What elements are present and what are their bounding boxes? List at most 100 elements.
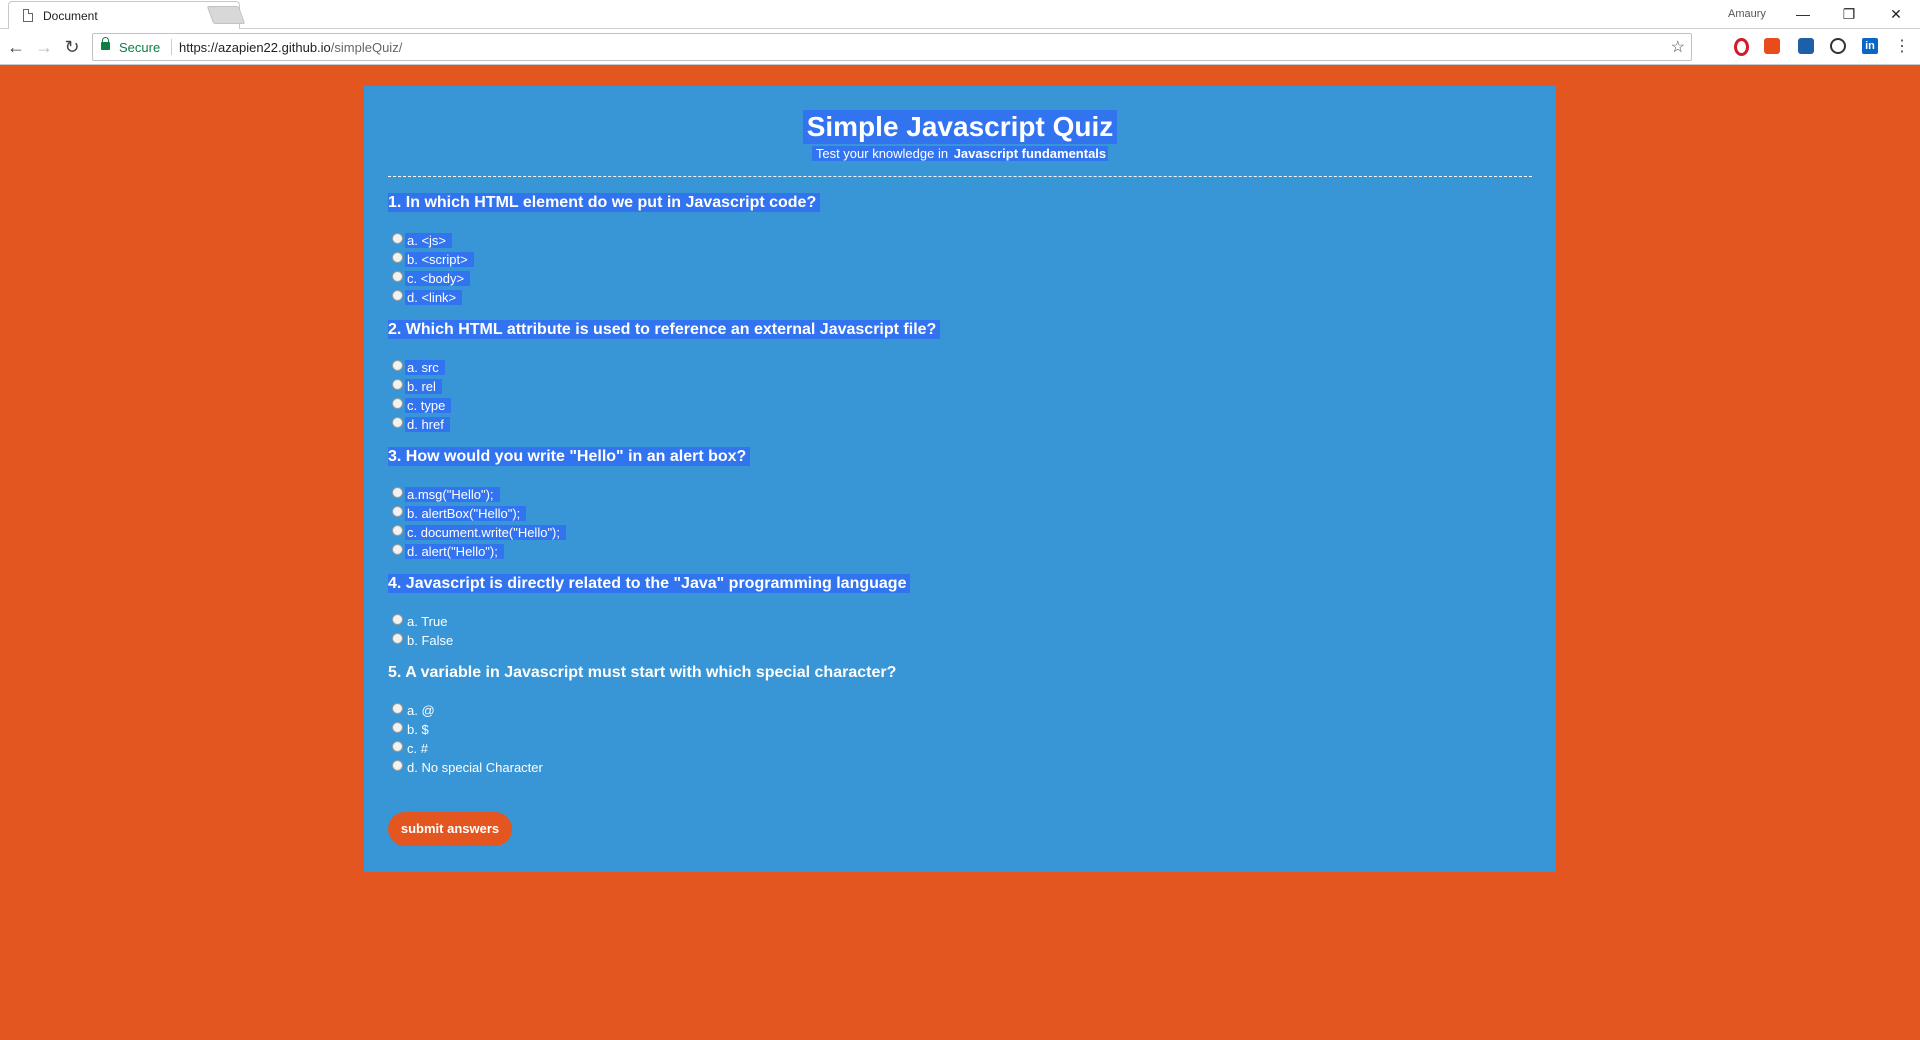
answer-option[interactable]: d. <link>: [388, 288, 1532, 307]
radio-button[interactable]: [392, 271, 403, 282]
answer-option[interactable]: a. True: [388, 612, 1532, 631]
profile-name[interactable]: Amaury: [1728, 8, 1766, 20]
radio-button[interactable]: [392, 722, 403, 733]
url-path: /simpleQuiz/: [330, 40, 403, 55]
answer-label[interactable]: d. href: [405, 417, 450, 432]
quiz-panel: Simple Javascript Quiz Test your knowled…: [364, 86, 1556, 872]
answer-option[interactable]: b. False: [388, 631, 1532, 650]
tab-strip: Document ✕ Amaury — ❐ ✕: [0, 0, 1920, 29]
document-icon: [23, 9, 33, 22]
browser-tab[interactable]: Document ✕: [8, 1, 240, 29]
new-tab-button[interactable]: [206, 6, 246, 24]
answer-option[interactable]: b. rel: [388, 377, 1532, 396]
answer-option[interactable]: c. #: [388, 739, 1532, 758]
answer-option[interactable]: d. alert("Hello");: [388, 542, 1532, 561]
radio-button[interactable]: [392, 487, 403, 498]
answer-label[interactable]: d. No special Character: [405, 760, 549, 775]
answer-list: a. src b. rel c. type d. href: [388, 358, 1532, 434]
radio-button[interactable]: [392, 544, 403, 555]
answer-label[interactable]: a.msg("Hello");: [405, 487, 500, 502]
answer-option[interactable]: a. @: [388, 701, 1532, 720]
answer-label[interactable]: c. <body>: [405, 271, 471, 286]
answer-option[interactable]: d. No special Character: [388, 758, 1532, 777]
quiz-header: Simple Javascript Quiz Test your knowled…: [364, 86, 1556, 163]
submit-answers-button[interactable]: submit answers: [388, 812, 512, 846]
answer-option[interactable]: a.msg("Hello");: [388, 485, 1532, 504]
answer-option[interactable]: c. <body>: [388, 269, 1532, 288]
answer-label[interactable]: c. document.write("Hello");: [405, 525, 566, 540]
answer-list: a. @ b. $ c. # d. No special Character: [388, 701, 1532, 777]
radio-button[interactable]: [392, 703, 403, 714]
browser-menu-icon[interactable]: ⋮: [1894, 36, 1910, 56]
radio-button[interactable]: [392, 290, 403, 301]
bookmark-extension-icon[interactable]: [1798, 38, 1814, 54]
question-1: 1. In which HTML element do we put in Ja…: [388, 193, 1532, 307]
url-text[interactable]: https://azapien22.github.io/simpleQuiz/: [179, 40, 402, 55]
answer-label[interactable]: b. $: [405, 722, 435, 737]
answer-label[interactable]: d. alert("Hello");: [405, 544, 504, 559]
answer-label[interactable]: a. src: [405, 360, 445, 375]
url-host: https://azapien22.github.io: [179, 40, 331, 55]
restore-button[interactable]: ❐: [1829, 3, 1869, 25]
radio-button[interactable]: [392, 360, 403, 371]
browser-toolbar: ← → ↻ Secure https://azapien22.github.io…: [0, 29, 1920, 65]
address-divider: [171, 39, 172, 55]
radio-button[interactable]: [392, 614, 403, 625]
address-bar[interactable]: Secure https://azapien22.github.io/simpl…: [92, 33, 1692, 61]
minimize-button[interactable]: —: [1783, 3, 1823, 25]
answer-option[interactable]: a. src: [388, 358, 1532, 377]
radio-button[interactable]: [392, 379, 403, 390]
answer-label[interactable]: c. #: [405, 741, 434, 756]
answer-label[interactable]: b. alertBox("Hello");: [405, 506, 527, 521]
quiz-title: Simple Javascript Quiz: [802, 110, 1118, 144]
forward-arrow-icon[interactable]: →: [32, 35, 56, 59]
radio-button[interactable]: [392, 525, 403, 536]
answer-option[interactable]: c. type: [388, 396, 1532, 415]
radio-button[interactable]: [392, 506, 403, 517]
linkedin-extension-icon[interactable]: in: [1862, 38, 1878, 54]
opera-extension-icon[interactable]: [1734, 38, 1749, 56]
answer-option[interactable]: c. document.write("Hello");: [388, 523, 1532, 542]
close-window-button[interactable]: ✕: [1876, 3, 1916, 25]
answer-label[interactable]: a. <js>: [405, 233, 453, 248]
radio-button[interactable]: [392, 233, 403, 244]
radio-button[interactable]: [392, 633, 403, 644]
question-list: 1. In which HTML element do we put in Ja…: [364, 177, 1556, 777]
subtitle-prefix: Test your knowledge in: [815, 146, 952, 161]
subtitle-topic: Javascript fundamentals: [953, 146, 1107, 161]
quiz-subtitle: Test your knowledge in Javascript fundam…: [364, 145, 1556, 163]
question-4: 4. Javascript is directly related to the…: [388, 574, 1532, 650]
answer-label[interactable]: b. False: [405, 633, 459, 648]
question-text: 1. In which HTML element do we put in Ja…: [388, 193, 821, 212]
bookmark-star-icon[interactable]: ☆: [1671, 37, 1685, 57]
answer-list: a.msg("Hello"); b. alertBox("Hello"); c.…: [388, 485, 1532, 561]
radio-button[interactable]: [392, 741, 403, 752]
answer-label[interactable]: b. <script>: [405, 252, 474, 267]
answer-label[interactable]: a. True: [405, 614, 453, 629]
question-2: 2. Which HTML attribute is used to refer…: [388, 320, 1532, 434]
secure-label: Secure: [119, 40, 161, 55]
answer-label[interactable]: d. <link>: [405, 290, 463, 305]
question-3: 3. How would you write "Hello" in an ale…: [388, 447, 1532, 561]
answer-label[interactable]: b. rel: [405, 379, 442, 394]
radio-button[interactable]: [392, 398, 403, 409]
question-text: 4. Javascript is directly related to the…: [388, 574, 911, 593]
answer-list: a. <js> b. <script> c. <body> d. <link>: [388, 231, 1532, 307]
answer-option[interactable]: a. <js>: [388, 231, 1532, 250]
answer-label[interactable]: c. type: [405, 398, 452, 413]
radio-button[interactable]: [392, 760, 403, 771]
question-5: 5. A variable in Javascript must start w…: [388, 663, 1532, 777]
reload-icon[interactable]: ↻: [60, 35, 84, 59]
sync-extension-icon[interactable]: [1830, 38, 1846, 54]
answer-option[interactable]: b. $: [388, 720, 1532, 739]
radio-button[interactable]: [392, 252, 403, 263]
question-text: 5. A variable in Javascript must start w…: [388, 664, 897, 681]
back-arrow-icon[interactable]: ←: [4, 35, 28, 59]
answer-label[interactable]: a. @: [405, 703, 441, 718]
office-extension-icon[interactable]: [1764, 38, 1780, 54]
radio-button[interactable]: [392, 417, 403, 428]
answer-option[interactable]: b. <script>: [388, 250, 1532, 269]
answer-option[interactable]: b. alertBox("Hello");: [388, 504, 1532, 523]
lock-icon: [101, 37, 110, 50]
answer-option[interactable]: d. href: [388, 415, 1532, 434]
